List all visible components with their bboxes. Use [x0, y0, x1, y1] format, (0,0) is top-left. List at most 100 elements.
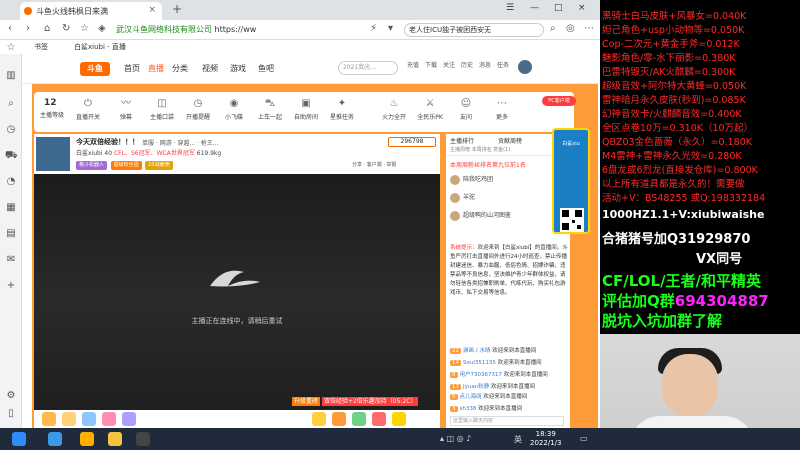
tag-fans[interactable]: 超级粉丝团 [110, 161, 142, 170]
new-tab-icon[interactable]: + [172, 2, 182, 16]
star-icon[interactable]: ☆ [5, 42, 17, 54]
obs-taskbar-icon[interactable] [136, 432, 150, 446]
video-footer-banner[interactable]: 升级重磅 双倍经验+2倍乐趣加持（05:2C） [292, 396, 419, 406]
task-link[interactable]: 任务 [494, 60, 512, 69]
sidebar-toggle-icon[interactable]: ▯ [5, 408, 17, 420]
tab-anchor-rank[interactable]: 主播排行 [450, 136, 474, 145]
follow-link[interactable]: 关注 [440, 60, 458, 69]
streamer-avatar[interactable] [36, 137, 70, 171]
douyu-logo[interactable]: 斗鱼 [80, 62, 110, 76]
settings-icon[interactable]: ⚙ [5, 390, 17, 402]
browser-tab[interactable]: 斗鱼火线韩枫日来满 × [20, 2, 162, 20]
more-icon[interactable]: ⋯ [584, 23, 594, 34]
gift-icon[interactable] [82, 412, 96, 426]
cart-icon[interactable]: ⛟ [5, 150, 18, 162]
close-tab-icon[interactable]: × [148, 5, 156, 15]
nav-category[interactable]: 分类 [172, 63, 188, 74]
nav-fishbar[interactable]: 鱼吧 [258, 63, 274, 74]
gift-icon[interactable] [372, 412, 386, 426]
user-nick[interactable]: sh338 [460, 406, 477, 412]
reading-icon[interactable]: ▥ [5, 70, 17, 82]
tool-star-task[interactable]: ✦ 星推任务 [324, 96, 360, 121]
nav-home[interactable]: 首页 [124, 63, 140, 74]
notification-icon[interactable]: ▭ [580, 434, 588, 443]
tool-ufo[interactable]: ◉ 小飞碟 [216, 96, 252, 121]
nav-video[interactable]: 视频 [202, 63, 218, 74]
follow-button[interactable]: 296798 [388, 137, 436, 147]
clock[interactable]: 18:39 2022/1/3 [530, 430, 561, 448]
tools-icon[interactable]: ▦ [5, 202, 17, 214]
tag-merc[interactable]: 10战雇佣 [145, 161, 173, 170]
home-icon[interactable]: ⌂ [44, 23, 50, 34]
gift-icon[interactable] [392, 412, 406, 426]
tray-icons[interactable]: ▴ ◫ ◎ ♪ [440, 434, 471, 443]
floating-ad[interactable]: 白鲨xiu [552, 128, 590, 234]
tool-pocket[interactable]: ◫ 主播口袋 [144, 96, 180, 121]
gift-icon[interactable] [102, 412, 116, 426]
bookmark-item[interactable]: 白鲨xiubi - 直播 [74, 42, 126, 52]
message-link[interactable]: 消息 [476, 60, 494, 69]
favorite-icon[interactable]: ☆ [80, 23, 89, 34]
dropdown-icon[interactable]: ▾ [388, 23, 393, 34]
pc-client-badge[interactable]: PC客户端 [542, 96, 576, 106]
history-icon[interactable]: ◷ [5, 124, 17, 136]
url-input[interactable]: 武汉斗鱼网络科技有限公司 https://ww [116, 23, 366, 37]
room-ops[interactable]: 分享 · 客户端 · 举报 [352, 161, 397, 168]
recharge-link[interactable]: 充值 [404, 60, 422, 69]
maximize-icon[interactable]: □ [554, 3, 563, 13]
user-nick[interactable]: 渊画丿水晴 [463, 348, 491, 354]
user-nick[interactable]: Jyuan秋静 [463, 384, 489, 390]
chat-input[interactable]: 这里输入聊天内容 [450, 416, 564, 426]
rank-item[interactable]: 羊驼 [450, 192, 475, 203]
rank-item[interactable]: 超级鸭的山河图鉴 [450, 210, 511, 221]
close-window-icon[interactable]: × [578, 3, 586, 13]
user-nick[interactable]: 用户730367317 [460, 372, 503, 378]
windows-start-icon[interactable] [12, 432, 26, 446]
user-nick[interactable]: 点儿海阔 [460, 394, 482, 400]
chat-icon[interactable]: ◔ [5, 176, 17, 188]
gift-icon[interactable] [332, 412, 346, 426]
plus-icon[interactable]: + [5, 280, 17, 292]
refresh-icon[interactable]: ↻ [62, 23, 70, 34]
extension-icon[interactable]: ◎ [566, 23, 575, 34]
video-player[interactable]: 主播正在连线中，请稍后重试 升级重磅 双倍经验+2倍乐趣加持（05:2C） [34, 174, 440, 428]
tool-remind[interactable]: ◷ 开播提醒 [180, 96, 216, 121]
browser-taskbar-icon[interactable] [48, 432, 62, 446]
tool-carpool[interactable]: ⛍ 上车一起 [252, 96, 288, 121]
gift-icon[interactable] [352, 412, 366, 426]
ime-indicator[interactable]: 英 [514, 434, 522, 445]
nav-game[interactable]: 游戏 [230, 63, 246, 74]
history-link[interactable]: 历史 [458, 60, 476, 69]
site-search-input[interactable]: 2021我光... [338, 61, 398, 75]
tab-contrib-week[interactable]: 贡献周榜 [498, 136, 522, 145]
search-side-icon[interactable]: ⌕ [5, 98, 17, 110]
tool-more[interactable]: ⋯ 更多 [484, 96, 520, 121]
minimize-icon[interactable]: — [530, 3, 539, 13]
streamer-name[interactable]: 白鲨xiubi [76, 150, 103, 157]
search-icon[interactable]: ⌕ [550, 23, 556, 34]
mail-icon[interactable]: ✉ [5, 254, 17, 266]
tool-anchor-level[interactable]: 主播等级 [34, 110, 70, 119]
menu-icon[interactable]: ☰ [506, 3, 514, 13]
note-icon[interactable]: ▤ [5, 228, 17, 240]
forward-icon[interactable]: › [26, 23, 30, 34]
rank-item[interactable]: 陪我吃鸡团 [450, 174, 493, 185]
gift-icon[interactable] [312, 412, 326, 426]
app-taskbar-icon[interactable] [108, 432, 122, 446]
room-category[interactable]: 单服 · 网游 · 穿越... · 枪王... [142, 138, 219, 147]
chat-subtabs[interactable]: 主播周榜 本周排名 赏金(1) [450, 146, 510, 153]
tool-self-room[interactable]: ▣ 自助房间 [288, 96, 324, 121]
tool-pk[interactable]: ⚔ 全民乐PK [412, 96, 448, 121]
user-avatar[interactable] [518, 60, 532, 74]
tool-fire[interactable]: ♨ 火力全开 [376, 96, 412, 121]
tool-danmu[interactable]: 〰弹幕 [108, 96, 144, 121]
tool-live-switch[interactable]: ⏻ 直播开关 [70, 96, 106, 121]
search-input[interactable]: 老人住ICU独子被困西安无 [404, 23, 544, 37]
user-nick[interactable]: Soul351135 [463, 360, 496, 366]
tag-robot[interactable]: 格斗机器人 [76, 161, 108, 170]
app-taskbar-icon[interactable] [80, 432, 94, 446]
gift-icon[interactable] [62, 412, 76, 426]
tool-friend[interactable]: ☺ 友问 [448, 96, 484, 121]
gift-icon[interactable] [122, 412, 136, 426]
bookmarks-label[interactable]: 书签 [34, 42, 48, 52]
